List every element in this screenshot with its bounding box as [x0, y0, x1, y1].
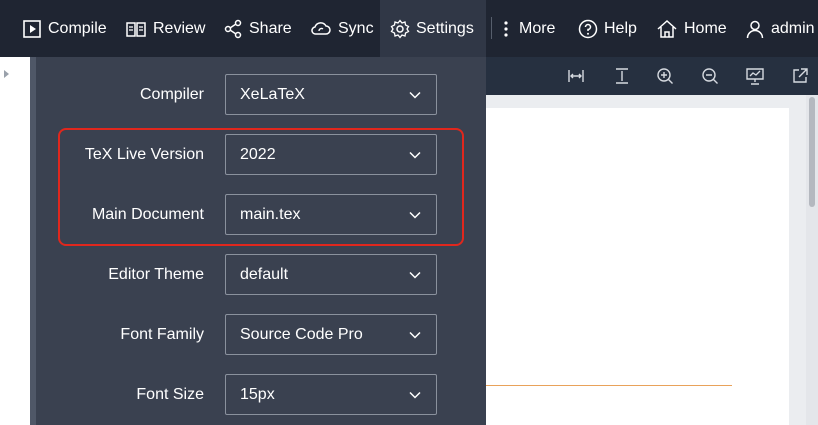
zoom-in-icon [657, 68, 673, 84]
settings-panel: Compiler XeLaTeX TeX Live Version 2022 M… [30, 57, 486, 425]
home-button[interactable]: Home [656, 0, 727, 57]
book-icon [126, 21, 146, 37]
toolbar-divider [491, 17, 492, 39]
fit-width-icon [568, 70, 584, 82]
play-box-icon [23, 19, 41, 38]
home-label: Home [684, 19, 727, 37]
chevron-down-icon [409, 211, 421, 219]
chevron-down-icon [409, 271, 421, 279]
chevron-down-icon [409, 331, 421, 339]
settings-label: Settings [416, 19, 474, 37]
share-label: Share [249, 19, 292, 37]
open-external-icon [793, 68, 808, 83]
texlive-version-label: TeX Live Version [84, 146, 204, 163]
left-gutter [0, 57, 24, 425]
zoom-in-button[interactable] [651, 57, 679, 95]
chevron-down-icon [409, 391, 421, 399]
font-family-value: Source Code Pro [240, 325, 363, 343]
gear-icon [390, 18, 410, 39]
help-circle-icon [578, 19, 598, 38]
texlive-version-select[interactable]: 2022 [225, 134, 437, 175]
user-icon [746, 20, 764, 38]
font-family-label: Font Family [120, 326, 204, 343]
home-icon [657, 19, 677, 38]
vertical-dots-icon [504, 20, 508, 37]
more-button[interactable]: More [499, 0, 555, 57]
pdf-scrollbar-thumb[interactable] [809, 97, 815, 207]
presentation-icon [746, 68, 764, 85]
compiler-label: Compiler [139, 86, 204, 103]
chevron-down-icon [409, 151, 421, 159]
sync-label: Sync [338, 19, 374, 37]
user-name: admin [771, 19, 815, 37]
compile-button[interactable]: Compile [22, 0, 107, 57]
presentation-button[interactable] [741, 57, 769, 95]
editor-theme-value: default [240, 265, 289, 283]
pdf-rule-line [486, 385, 732, 386]
pdf-page [486, 108, 789, 425]
review-label: Review [153, 19, 206, 37]
fit-height-button[interactable] [608, 57, 636, 95]
font-size-select[interactable]: 15px [225, 374, 437, 415]
open-external-button[interactable] [786, 57, 814, 95]
main-document-value: main.tex [240, 205, 301, 223]
zoom-out-icon [702, 68, 718, 84]
more-label: More [519, 19, 556, 37]
top-toolbar: Compile Review Share Sync Settings More … [0, 0, 818, 57]
expand-arrow-icon[interactable] [4, 70, 9, 78]
chevron-down-icon [409, 91, 421, 99]
cloud-sync-icon [311, 21, 331, 35]
help-label: Help [604, 19, 637, 37]
font-family-select[interactable]: Source Code Pro [225, 314, 437, 355]
fit-width-button[interactable] [562, 57, 590, 95]
editor-theme-select[interactable]: default [225, 254, 437, 295]
compile-label: Compile [48, 19, 107, 37]
pdf-scrollbar[interactable] [806, 95, 818, 425]
pdf-toolbar [486, 57, 818, 95]
share-icon [224, 19, 242, 38]
settings-button[interactable]: Settings [380, 0, 486, 57]
fit-height-icon [616, 68, 628, 84]
font-size-value: 15px [240, 385, 275, 403]
font-size-label: Font Size [136, 386, 204, 403]
sync-button[interactable]: Sync [310, 0, 374, 57]
share-button[interactable]: Share [223, 0, 292, 57]
user-menu[interactable]: admin [745, 0, 815, 57]
help-button[interactable]: Help [578, 0, 637, 57]
main-document-select[interactable]: main.tex [225, 194, 437, 235]
main-document-label: Main Document [91, 206, 204, 223]
texlive-version-value: 2022 [240, 145, 276, 163]
compiler-select[interactable]: XeLaTeX [225, 74, 437, 115]
compiler-value: XeLaTeX [240, 85, 305, 103]
editor-theme-label: Editor Theme [108, 266, 204, 283]
review-button[interactable]: Review [125, 0, 205, 57]
zoom-out-button[interactable] [696, 57, 724, 95]
pdf-preview [486, 95, 818, 425]
